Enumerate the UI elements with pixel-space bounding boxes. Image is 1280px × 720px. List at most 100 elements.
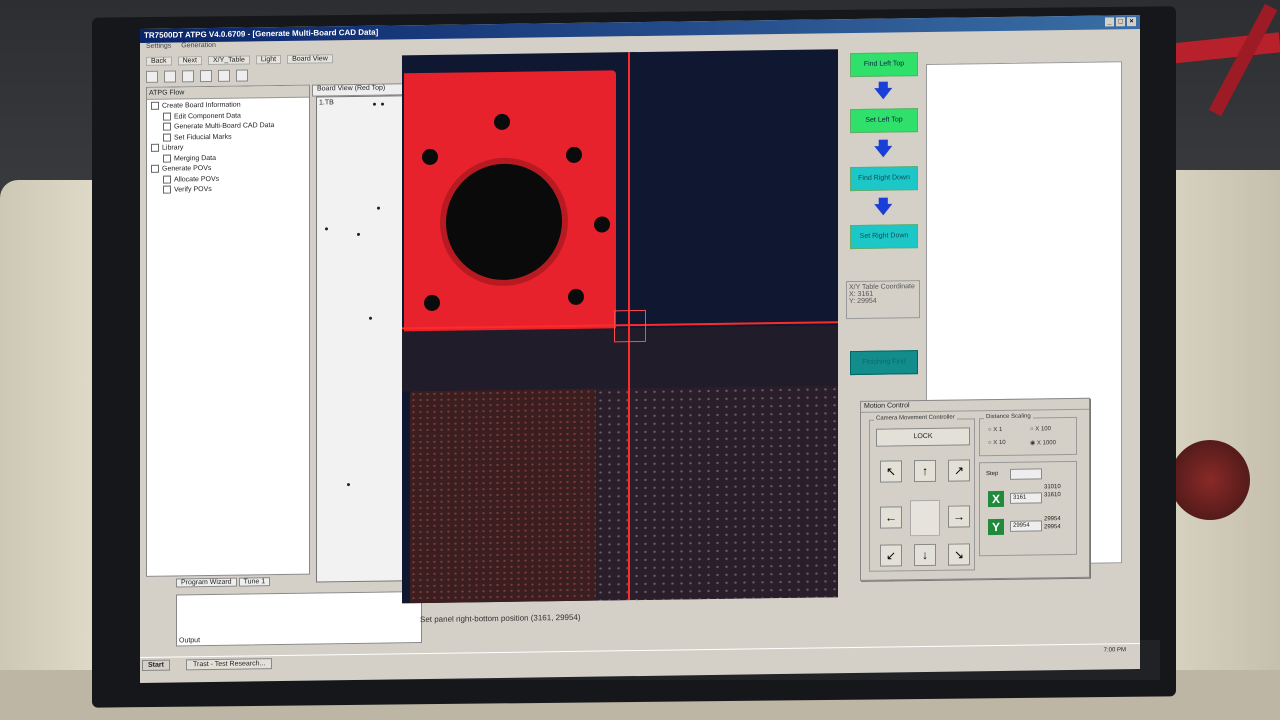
distance-scaling-group: Distance Scaling ○ X 1 ○ X 100 ○ X 10 ◉ …	[979, 413, 1077, 457]
find-left-top-button[interactable]: Find Left Top	[850, 52, 918, 78]
y-value-field[interactable]: 29954	[1010, 520, 1042, 532]
tree-item-label: Merging Data	[174, 154, 217, 163]
minimize-icon[interactable]: _	[1105, 17, 1114, 27]
expand-icon[interactable]	[151, 164, 159, 173]
tab-program-wizard[interactable]: Program Wizard	[176, 577, 237, 588]
y-range-min: 29954	[1044, 516, 1061, 523]
move-right-icon[interactable]: →	[948, 505, 970, 528]
tree-item-verify-povs[interactable]: Verify POVs	[151, 184, 309, 197]
step-icon	[163, 154, 171, 163]
move-up-right-icon[interactable]: ↗	[948, 459, 970, 482]
scale-x1-radio[interactable]: ○ X 1	[988, 427, 1002, 433]
xy-table-button[interactable]: X/Y_Table	[207, 54, 250, 65]
scale-label: X 1	[993, 426, 1003, 434]
bracket-hole	[422, 148, 438, 166]
set-left-top-button[interactable]: Set Left Top	[850, 108, 918, 134]
move-up-icon[interactable]: ↑	[914, 459, 936, 483]
bottom-tabs: Program Wizard Tune 1	[176, 577, 271, 588]
finishing-find-button[interactable]: Finishing Find	[850, 350, 918, 376]
maximize-icon[interactable]: □	[1116, 17, 1125, 27]
x-value-field[interactable]: 3161	[1010, 492, 1042, 504]
expand-icon[interactable]	[151, 101, 159, 110]
list-icon[interactable]	[182, 70, 194, 83]
zoom-in-icon[interactable]	[200, 69, 212, 83]
motion-control-dialog: Motion Control Camera Movement Controlle…	[860, 397, 1090, 581]
next-button[interactable]: Next	[177, 55, 202, 65]
board-point	[357, 232, 360, 236]
move-left-icon[interactable]: ←	[880, 506, 902, 529]
find-right-down-button[interactable]: Find Right Down	[850, 166, 918, 192]
tree-item-label: Verify POVs	[174, 185, 212, 194]
start-button[interactable]: Start	[142, 659, 170, 671]
taskbar-item[interactable]: Trast - Test Research...	[186, 658, 273, 671]
scale-x100-radio[interactable]: ○ X 100	[1030, 426, 1051, 432]
close-icon[interactable]: ×	[1127, 17, 1136, 27]
tree-item-label: Create Board Information	[162, 101, 241, 110]
monitor-screen: TR7500DT ATPG V4.0.6709 - [Generate Mult…	[140, 15, 1140, 683]
y-range-max: 29954	[1044, 524, 1061, 531]
scale-label: X 100	[1035, 426, 1051, 433]
move-down-left-icon[interactable]: ↙	[880, 544, 902, 567]
lock-button[interactable]: LOCK	[876, 427, 970, 447]
zoom-out-icon[interactable]	[218, 69, 230, 82]
scale-x1000-radio[interactable]: ◉ X 1000	[1030, 439, 1056, 446]
board-point	[347, 483, 350, 487]
x-axis-badge: X	[988, 490, 1004, 508]
pcb-surface-right	[596, 385, 838, 601]
board-view-button[interactable]: Board View	[287, 53, 333, 64]
x-range-min: 31010	[1044, 484, 1061, 491]
arrow-down-icon: 🡇	[874, 196, 893, 217]
delete-icon[interactable]	[164, 70, 176, 83]
coord-title: X/Y Table Coordinate	[849, 283, 915, 292]
icon-toolbar	[146, 69, 248, 83]
output-pane: Output	[176, 591, 422, 647]
tree-item-label: Set Fiducial Marks	[174, 133, 232, 142]
bracket-hole	[568, 288, 584, 306]
pcb-surface-left	[410, 388, 596, 604]
move-down-icon[interactable]: ↓	[914, 543, 936, 567]
board-point	[369, 316, 372, 320]
grid-icon[interactable]	[146, 70, 158, 83]
emergency-knob	[1170, 440, 1250, 520]
tab-tune[interactable]: Tune 1	[238, 577, 271, 587]
board-point	[377, 206, 380, 210]
x-range-max: 31610	[1044, 492, 1061, 499]
step-field[interactable]	[1010, 468, 1042, 480]
tree-item-label: Generate Multi-Board CAD Data	[174, 122, 275, 131]
xy-table-coordinate: X/Y Table Coordinate X: 3161 Y: 29954	[846, 280, 920, 320]
arrow-down-icon: 🡇	[874, 138, 893, 159]
back-button[interactable]: Back	[146, 56, 172, 66]
light-button[interactable]: Light	[255, 54, 282, 64]
toolbar: Back Next X/Y_Table Light Board View	[140, 50, 406, 68]
expand-icon[interactable]	[151, 143, 159, 152]
step-group: Step X 3161 31010 31610 Y 29954 29954 29…	[979, 460, 1077, 557]
bracket-hole	[494, 113, 510, 131]
move-up-left-icon[interactable]: ↖	[880, 460, 902, 483]
fit-icon[interactable]	[236, 69, 248, 82]
bracket-hole	[424, 294, 440, 312]
motion-title: Motion Control	[861, 398, 1089, 413]
step-icon	[163, 175, 171, 184]
bracket-hole	[566, 146, 582, 164]
board-point	[325, 227, 328, 231]
set-right-down-button[interactable]: Set Right Down	[850, 224, 918, 250]
bracket-hole	[594, 216, 610, 233]
board-point	[381, 102, 384, 106]
arrow-down-icon: 🡇	[874, 80, 893, 101]
output-label[interactable]: Output	[179, 637, 200, 644]
scale-x10-radio[interactable]: ○ X 10	[988, 440, 1006, 446]
camera-group-label: Camera Movement Controller	[874, 414, 957, 422]
scale-group-label: Distance Scaling	[984, 413, 1033, 421]
window-title: TR7500DT ATPG V4.0.6709 - [Generate Mult…	[144, 27, 379, 40]
flow-tree: Create Board Information Edit Component …	[147, 98, 309, 197]
board-label: 1.TB	[319, 99, 334, 107]
step-label: Step	[986, 470, 999, 478]
step-icon	[163, 133, 171, 142]
camera-view[interactable]	[402, 49, 838, 604]
step-icon	[163, 185, 171, 194]
move-down-right-icon[interactable]: ↘	[948, 543, 970, 566]
menu-settings[interactable]: Settings	[146, 43, 171, 53]
menu-generation[interactable]: Generation	[181, 42, 216, 52]
window-controls: _ □ ×	[1105, 17, 1136, 27]
taskbar-clock: 7:00 PM	[1103, 647, 1126, 654]
